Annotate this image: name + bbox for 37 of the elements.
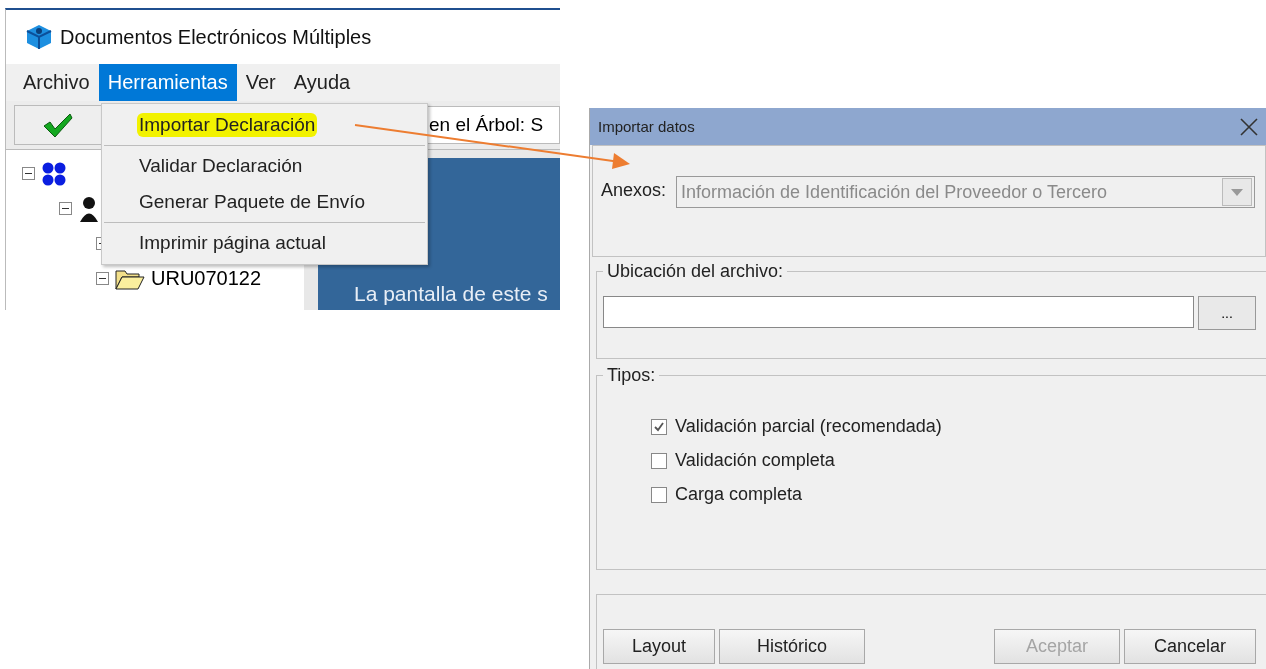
dialog-button[interactable]: Layout [603, 629, 715, 664]
collapse-icon[interactable] [96, 272, 109, 285]
menu-option[interactable]: Imprimir página actual [102, 225, 427, 261]
content-text: La pantalla de este s [354, 282, 548, 306]
dialog-title: Importar datos [598, 118, 695, 135]
file-path-field[interactable] [603, 296, 1194, 328]
group-title: Ubicación del archivo: [606, 261, 785, 282]
person-icon [78, 194, 100, 223]
menu-item[interactable]: Archivo [14, 64, 99, 101]
checkmark-icon [42, 112, 74, 138]
collapse-icon[interactable] [22, 167, 35, 180]
menu-item[interactable]: Ayuda [284, 64, 360, 101]
menu-option[interactable]: Importar Declaración [102, 107, 427, 143]
checkbox[interactable] [651, 486, 667, 503]
menu-option[interactable]: Generar Paquete de Envío [102, 184, 427, 220]
close-button[interactable] [1238, 115, 1260, 138]
menu-option[interactable]: Validar Declaración [102, 148, 427, 184]
window-title: Documentos Electrónicos Múltiples [60, 25, 372, 49]
checkbox[interactable] [651, 418, 667, 435]
folder-icon [115, 267, 145, 290]
checkbox[interactable] [651, 452, 667, 469]
group-title: Tipos: [606, 365, 657, 386]
annex-label: Anexos: [601, 179, 667, 201]
dots-icon [41, 160, 67, 187]
validate-button[interactable] [14, 105, 102, 145]
dialog-button[interactable]: Cancelar [1124, 629, 1256, 664]
browse-button[interactable]: ... [1198, 296, 1256, 330]
dialog-button[interactable]: Histórico [719, 629, 865, 664]
collapse-icon[interactable] [59, 202, 72, 215]
menu-item[interactable]: Herramientas [98, 64, 237, 101]
caret-icon [1231, 188, 1243, 196]
checkbox-label: Carga completa [675, 484, 803, 505]
cube-icon [26, 24, 52, 50]
tree-item-label[interactable]: URU070122 [151, 267, 262, 290]
menu-item[interactable]: Ver [236, 64, 285, 101]
checkbox-label: Validación completa [675, 450, 835, 471]
checkbox-label: Validación parcial (recomendada) [675, 416, 942, 437]
